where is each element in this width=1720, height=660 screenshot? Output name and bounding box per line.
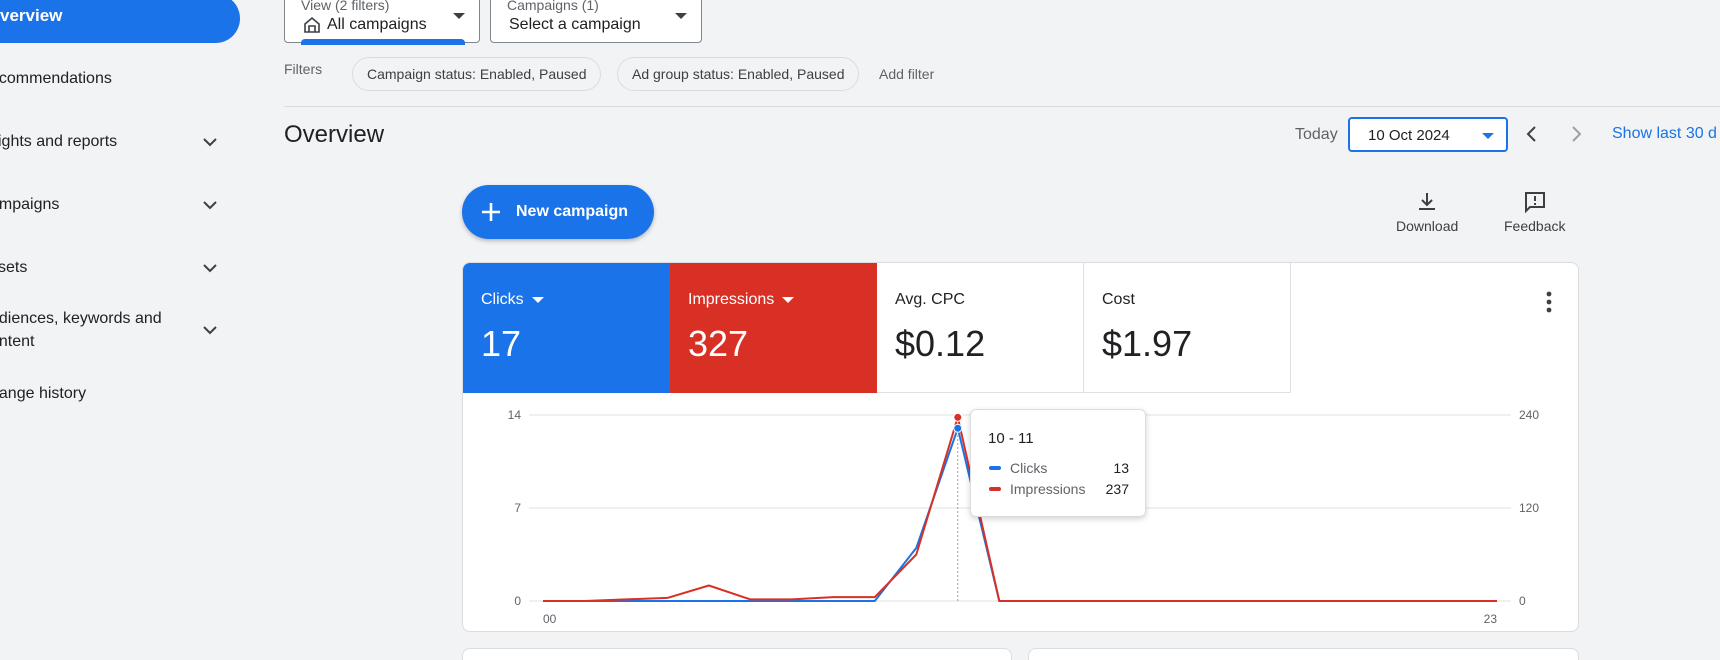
chevron-down-icon[interactable]	[200, 320, 220, 340]
selector-active-indicator	[301, 39, 465, 45]
sidebar-item-assets[interactable]: ssets	[0, 256, 220, 279]
tooltip-row-clicks: Clicks 13	[989, 460, 1129, 476]
chevron-right-icon[interactable]	[1564, 122, 1588, 146]
legend-swatch	[989, 466, 1001, 470]
chevron-down-icon[interactable]	[200, 132, 220, 152]
bottom-card-right	[1028, 648, 1579, 660]
bottom-card-left	[462, 648, 1012, 660]
metric-impressions[interactable]: Impressions 327	[670, 263, 877, 393]
campaign-selector[interactable]: Campaigns (1) Select a campaign	[490, 0, 702, 43]
campaign-selector-value: Select a campaign	[509, 16, 641, 33]
tooltip-row-name: Clicks	[1010, 460, 1048, 476]
y-right-tick-label: 120	[1519, 501, 1539, 515]
more-options-icon[interactable]	[1546, 291, 1552, 313]
sidebar-item-campaigns[interactable]: ampaigns	[0, 193, 220, 216]
date-picker[interactable]: 10 Oct 2024	[1348, 117, 1508, 152]
metric-value: $0.12	[895, 323, 986, 364]
y-left-tick-label: 14	[508, 408, 522, 422]
sidebar-item-overview[interactable]: verview	[0, 0, 240, 43]
metric-label: Cost	[1102, 291, 1135, 308]
new-campaign-button[interactable]: New campaign	[462, 185, 654, 239]
sidebar-item-insights-and-reports[interactable]: sights and reports	[0, 130, 220, 153]
sidebar-item-change-history[interactable]: hange history	[0, 382, 220, 405]
caret-down-icon	[675, 13, 687, 19]
sidebar-item-audiences[interactable]: udiences, keywords and ontent	[0, 307, 220, 353]
y-left-tick-label: 0	[514, 594, 521, 608]
metric-label-wrap: Impressions	[688, 291, 795, 309]
new-campaign-label: New campaign	[516, 203, 629, 220]
metric-value: $1.97	[1102, 323, 1193, 364]
feedback-button[interactable]: Feedback	[1504, 190, 1565, 234]
caret-down-icon[interactable]	[531, 297, 544, 303]
filter-chip-ad-group-status[interactable]: Ad group status: Enabled, Paused	[617, 57, 860, 91]
metric-label: Impressions	[688, 291, 775, 308]
page-title: Overview	[284, 121, 385, 148]
metric-value: 327	[688, 323, 749, 364]
chevron-down-icon[interactable]	[200, 258, 220, 278]
chevron-left-icon[interactable]	[1520, 122, 1544, 146]
download-label: Download	[1396, 218, 1459, 234]
sidebar-item-recommendations[interactable]: ecommendations	[0, 67, 220, 90]
add-filter-button[interactable]: Add filter	[879, 66, 934, 82]
divider	[284, 106, 1720, 107]
highlight-point-impressions	[953, 412, 963, 422]
feedback-icon	[1524, 192, 1545, 214]
show-last-30-days-link[interactable]: Show last 30 d	[1612, 125, 1717, 143]
tooltip-title: 10 - 11	[988, 430, 1034, 447]
x-tick-label: 00	[543, 612, 557, 626]
sidebar-item-label: sights and reports	[0, 133, 118, 150]
sidebar-item-label: hange history	[0, 385, 87, 402]
caret-down-icon	[1482, 133, 1494, 139]
sidebar-item-label: ssets	[0, 259, 28, 276]
chevron-down-icon[interactable]	[200, 195, 220, 215]
y-right-tick-label: 240	[1519, 408, 1539, 422]
metric-avg-cpc[interactable]: Avg. CPC $0.12	[877, 263, 1084, 393]
feedback-label: Feedback	[1504, 218, 1566, 234]
view-selector[interactable]: View (2 filters) All campaigns	[284, 0, 480, 45]
sidebar-item-label: udiences, keywords and ontent	[0, 307, 175, 353]
sidebar-item-label: ecommendations	[0, 70, 112, 87]
view-selector-label: View (2 filters)	[301, 0, 390, 13]
view-selector-value: All campaigns	[327, 16, 427, 33]
sidebar-item-label-line2: ontent	[0, 333, 35, 350]
tooltip-row-name: Impressions	[1010, 481, 1086, 497]
legend-swatch	[989, 487, 1001, 491]
tooltip-row-value: 13	[1113, 460, 1129, 476]
store-icon	[304, 16, 320, 33]
metric-clicks[interactable]: Clicks 17	[463, 263, 670, 393]
tooltip-row-impressions: Impressions 237	[989, 481, 1129, 497]
metric-label-wrap: Clicks	[481, 291, 544, 309]
y-right-tick-label: 0	[1519, 594, 1526, 608]
metric-value: 17	[481, 323, 522, 364]
y-left-tick-label: 7	[514, 501, 521, 515]
overview-card: Clicks 17 Impressions 327 Avg. CPC $0.12…	[462, 262, 1579, 632]
sidebar-item-label-line1: udiences, keywords and	[0, 310, 162, 327]
highlight-point-clicks	[953, 423, 963, 433]
date-picker-value: 10 Oct 2024	[1368, 127, 1450, 144]
sidebar-item-label: ampaigns	[0, 196, 60, 213]
download-button[interactable]: Download	[1396, 190, 1458, 234]
caret-down-icon	[453, 13, 465, 19]
download-icon	[1419, 193, 1436, 210]
filter-chip-campaign-status[interactable]: Campaign status: Enabled, Paused	[352, 57, 602, 91]
today-label: Today	[1295, 126, 1338, 143]
metric-label: Clicks	[481, 291, 524, 308]
metric-label: Avg. CPC	[895, 291, 965, 308]
caret-down-icon[interactable]	[782, 297, 795, 303]
plus-icon	[482, 203, 500, 221]
filters-label: Filters	[284, 61, 323, 77]
tooltip-row-value: 237	[1105, 481, 1129, 497]
sidebar: verview ecommendations sights and report…	[0, 0, 250, 660]
metric-cost[interactable]: Cost $1.97	[1084, 263, 1291, 393]
chart-tooltip: 10 - 11 Clicks 13 Impressions 237	[970, 409, 1146, 517]
view-selector-value-wrap: All campaigns	[303, 16, 427, 34]
x-tick-label: 23	[1484, 612, 1498, 626]
campaign-selector-label: Campaigns (1)	[507, 0, 599, 13]
